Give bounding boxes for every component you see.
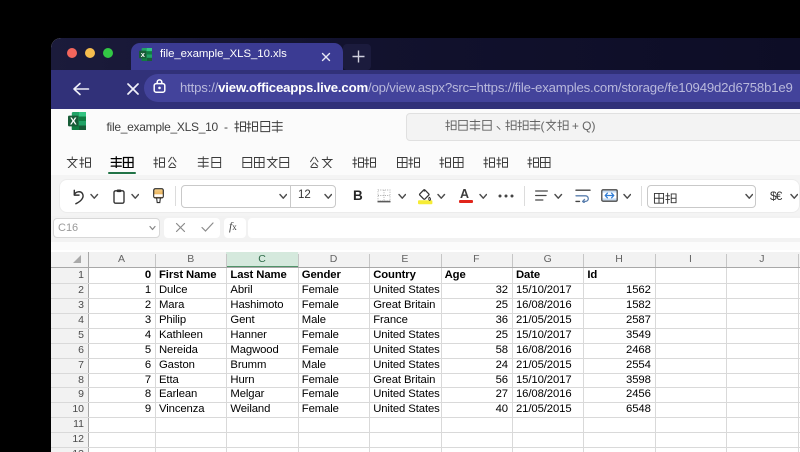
svg-text:X: X	[70, 117, 77, 128]
